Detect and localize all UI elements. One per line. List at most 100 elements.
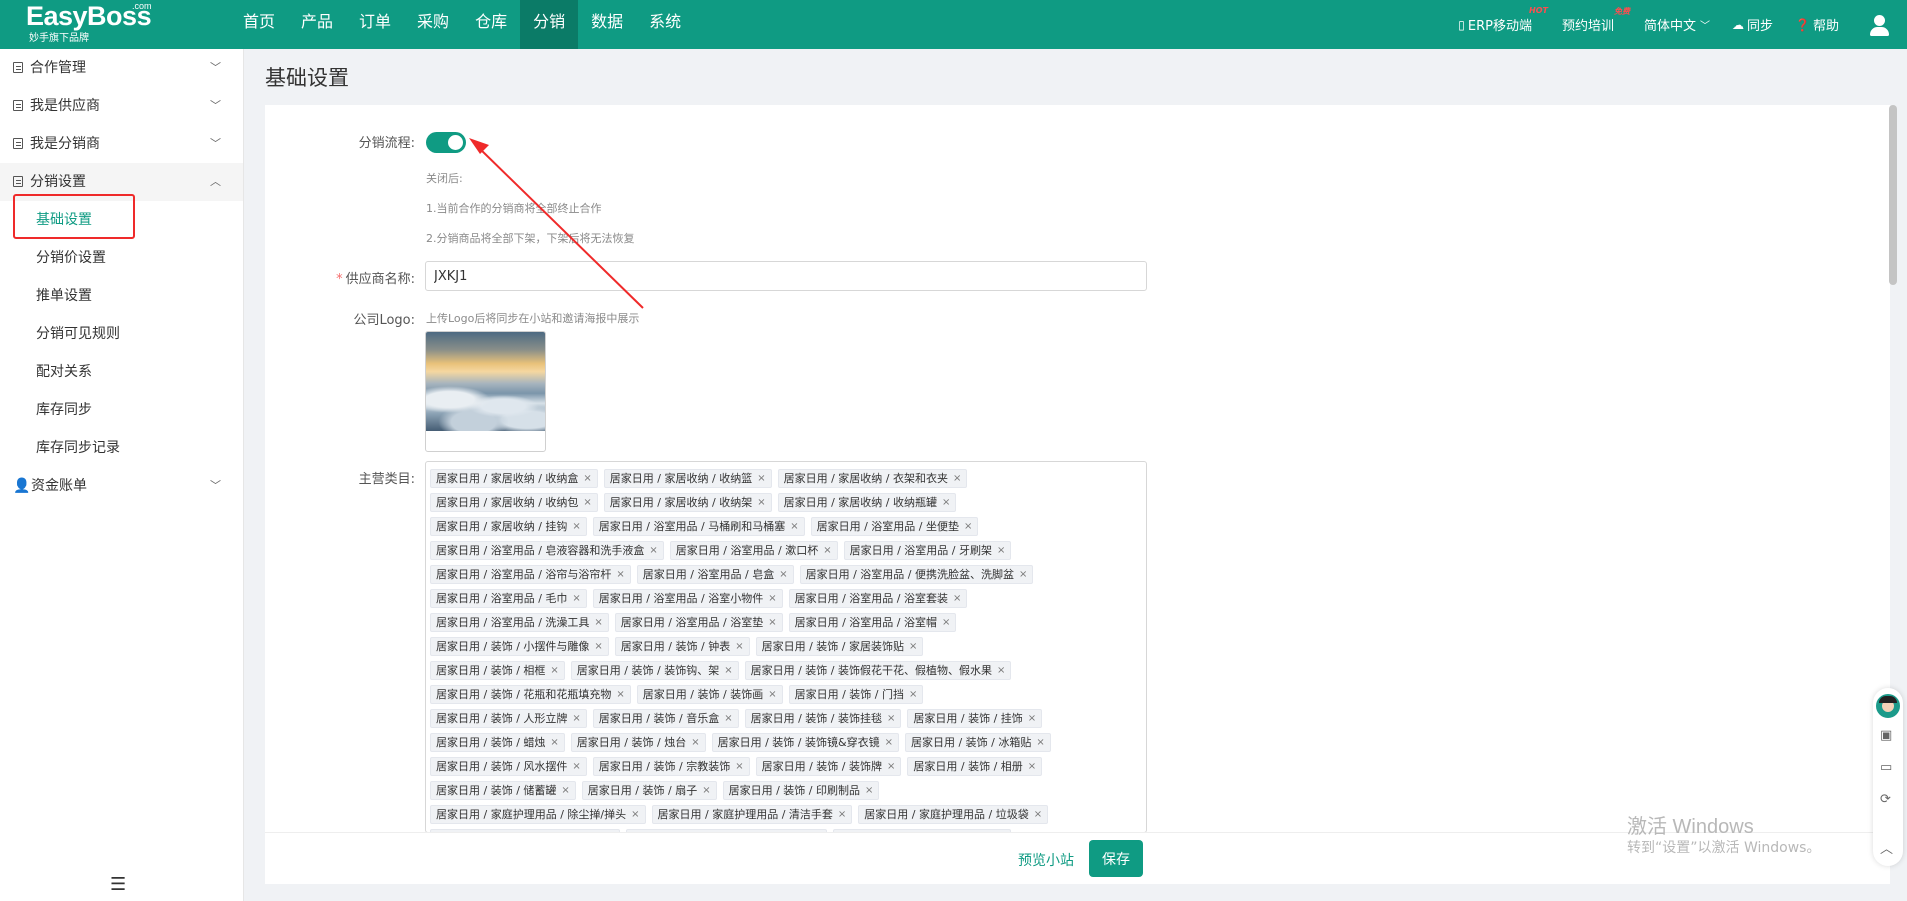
close-icon[interactable]: × [823, 545, 831, 556]
scrollbar-thumb[interactable] [1889, 105, 1897, 285]
close-icon[interactable]: × [691, 737, 699, 748]
help-button[interactable]: ❓ 帮助 [1795, 15, 1839, 35]
distribution-flow-toggle[interactable] [426, 132, 466, 153]
sidebar-item-stock-sync[interactable]: 库存同步 [0, 391, 243, 429]
close-icon[interactable]: × [724, 713, 732, 724]
close-icon[interactable]: × [1036, 737, 1044, 748]
category-tag[interactable]: 居家日用 / 浴室用品 / 浴室垫 × [614, 612, 783, 632]
category-tags-box[interactable]: 居家日用 / 家居收纳 / 收纳盒 × 居家日用 / 家居收纳 / 收纳篮 × 居家日用… [425, 461, 1147, 833]
category-tag[interactable]: 居家日用 / 装饰 / 家居装饰贴 × [755, 636, 924, 656]
feedback-icon[interactable]: ⟳ [1880, 792, 1891, 807]
category-tag[interactable]: 居家日用 / 浴室用品 / 浴帘与浴帘杆 × [430, 564, 631, 584]
close-icon[interactable]: × [790, 521, 798, 532]
category-tag[interactable]: 居家日用 / 装饰 / 钟表 × [614, 636, 750, 656]
category-tag[interactable]: 居家日用 / 装饰 / 相框 × [430, 660, 565, 680]
close-icon[interactable]: × [768, 617, 776, 628]
nav-distribution[interactable]: 分销 [520, 0, 579, 49]
category-tag[interactable]: 居家日用 / 家居收纳 / 收纳包 × [430, 492, 598, 512]
close-icon[interactable]: × [583, 497, 591, 508]
close-icon[interactable]: × [550, 665, 558, 676]
category-tag[interactable]: 居家日用 / 浴室用品 / 皂液容器和洗手液盒 × [430, 540, 664, 560]
close-icon[interactable]: × [735, 761, 743, 772]
nav-home[interactable]: 首页 [230, 0, 288, 49]
category-tag[interactable]: 居家日用 / 装饰 / 宗教装饰 × [592, 756, 750, 776]
close-icon[interactable]: × [779, 569, 787, 580]
sidebar-item-visibility-rules[interactable]: 分销可见规则 [0, 315, 243, 353]
category-tag[interactable]: 居家日用 / 装饰 / 装饰画 × [636, 684, 783, 704]
sidebar-item-stock-sync-log[interactable]: 库存同步记录 [0, 429, 243, 467]
nav-products[interactable]: 产品 [288, 0, 346, 49]
brand-logo[interactable]: EasyBoss .com 妙手旗下品牌 [26, 1, 186, 46]
category-tag[interactable]: 居家日用 / 家居收纳 / 衣架和衣夹 × [777, 468, 968, 488]
close-icon[interactable]: × [1028, 713, 1036, 724]
sidebar-group-billing[interactable]: 👤资金账单 ﹀ [0, 467, 243, 505]
nav-data[interactable]: 数据 [578, 0, 636, 49]
close-icon[interactable]: × [1028, 761, 1036, 772]
category-tag[interactable]: 居家日用 / 浴室用品 / 浴室帽 × [788, 612, 957, 632]
back-to-top-icon[interactable]: ︿ [1880, 838, 1893, 857]
category-tag[interactable]: 居家日用 / 家居收纳 / 收纳篮 × [603, 468, 772, 488]
close-icon[interactable]: × [724, 665, 732, 676]
close-icon[interactable]: × [1034, 809, 1042, 820]
close-icon[interactable]: × [942, 617, 950, 628]
category-tag[interactable]: 居家日用 / 装饰 / 印刷制品 × [722, 780, 880, 800]
language-select[interactable]: 简体中文 ﹀ [1644, 15, 1710, 34]
sidebar-group-supplier[interactable]: 我是供应商 ﹀ [0, 87, 243, 125]
close-icon[interactable]: × [964, 521, 972, 532]
logo-upload[interactable] [425, 331, 546, 452]
nav-system[interactable]: 系统 [636, 0, 694, 49]
category-tag[interactable]: 居家日用 / 浴室用品 / 毛巾 × [430, 588, 587, 608]
close-icon[interactable]: × [616, 689, 624, 700]
close-icon[interactable]: × [953, 473, 961, 484]
close-icon[interactable]: × [594, 641, 602, 652]
training-link[interactable]: 预约培训 免费 [1562, 7, 1630, 34]
collapse-menu-icon[interactable]: ☰ [110, 874, 126, 895]
close-icon[interactable]: × [594, 617, 602, 628]
close-icon[interactable]: × [838, 809, 846, 820]
close-icon[interactable]: × [997, 545, 1005, 556]
category-tag[interactable]: 居家日用 / 浴室用品 / 坐便垫 × [810, 516, 979, 536]
close-icon[interactable]: × [953, 593, 961, 604]
category-tag[interactable]: 居家日用 / 装饰 / 蜡烛 × [430, 732, 565, 752]
close-icon[interactable]: × [997, 665, 1005, 676]
sidebar-group-cooperation[interactable]: 合作管理 ﹀ [0, 49, 243, 87]
category-tag[interactable]: 居家日用 / 家居收纳 / 收纳瓶罐 × [777, 492, 957, 512]
category-tag[interactable]: 居家日用 / 装饰 / 风水摆件 × [430, 756, 587, 776]
close-icon[interactable]: × [561, 785, 569, 796]
close-icon[interactable]: × [865, 785, 873, 796]
category-tag[interactable]: 居家日用 / 浴室用品 / 漱口杯 × [669, 540, 838, 560]
chat-icon[interactable]: ▭ [1880, 760, 1892, 775]
close-icon[interactable]: × [885, 737, 893, 748]
category-tag[interactable]: 居家日用 / 装饰 / 装饰假花干花、假植物、假水果 × [744, 660, 1012, 680]
nav-purchase[interactable]: 采购 [404, 0, 462, 49]
sidebar-group-distributor[interactable]: 我是分销商 ﹀ [0, 125, 243, 163]
category-tag[interactable]: 居家日用 / 浴室用品 / 浴室套装 × [788, 588, 968, 608]
category-tag[interactable]: 居家日用 / 家居收纳 / 挂钩 × [430, 516, 587, 536]
close-icon[interactable]: × [887, 713, 895, 724]
close-icon[interactable]: × [757, 473, 765, 484]
category-tag[interactable]: 居家日用 / 装饰 / 花瓶和花瓶填充物 × [430, 684, 631, 704]
close-icon[interactable]: × [1019, 569, 1027, 580]
category-tag[interactable]: 居家日用 / 家居收纳 / 收纳架 × [603, 492, 772, 512]
category-tag[interactable]: 居家日用 / 装饰 / 装饰钩、架 × [570, 660, 739, 680]
close-icon[interactable]: × [909, 689, 917, 700]
close-icon[interactable]: × [616, 569, 624, 580]
category-tag[interactable]: 居家日用 / 装饰 / 装饰镜&穿衣镜 × [711, 732, 899, 752]
category-tag[interactable]: 居家日用 / 装饰 / 人形立牌 × [430, 708, 587, 728]
close-icon[interactable]: × [572, 761, 580, 772]
category-tag[interactable]: 居家日用 / 家庭护理用品 / 除尘掸/掸头 × [430, 804, 646, 824]
category-tag[interactable]: 居家日用 / 装饰 / 烛台 × [570, 732, 706, 752]
question-doc-icon[interactable]: ▣ [1880, 728, 1892, 743]
category-tag[interactable]: 居家日用 / 浴室用品 / 牙刷架 × [843, 540, 1012, 560]
category-tag[interactable]: 居家日用 / 装饰 / 冰箱贴 × [904, 732, 1051, 752]
category-tag[interactable]: 居家日用 / 装饰 / 装饰牌 × [755, 756, 902, 776]
category-tag[interactable]: 居家日用 / 浴室用品 / 浴室小物件 × [592, 588, 783, 608]
category-tag[interactable]: 居家日用 / 家庭护理用品 / 垃圾袋 × [858, 804, 1049, 824]
sync-button[interactable]: ☁ 同步 [1732, 15, 1773, 35]
close-icon[interactable]: × [572, 713, 580, 724]
category-tag[interactable]: 居家日用 / 家庭护理用品 / 清洁手套 × [651, 804, 853, 824]
close-icon[interactable]: × [735, 641, 743, 652]
nav-warehouse[interactable]: 仓库 [462, 0, 520, 49]
category-tag[interactable]: 居家日用 / 装饰 / 音乐盒 × [592, 708, 739, 728]
supplier-name-input[interactable] [425, 261, 1147, 291]
